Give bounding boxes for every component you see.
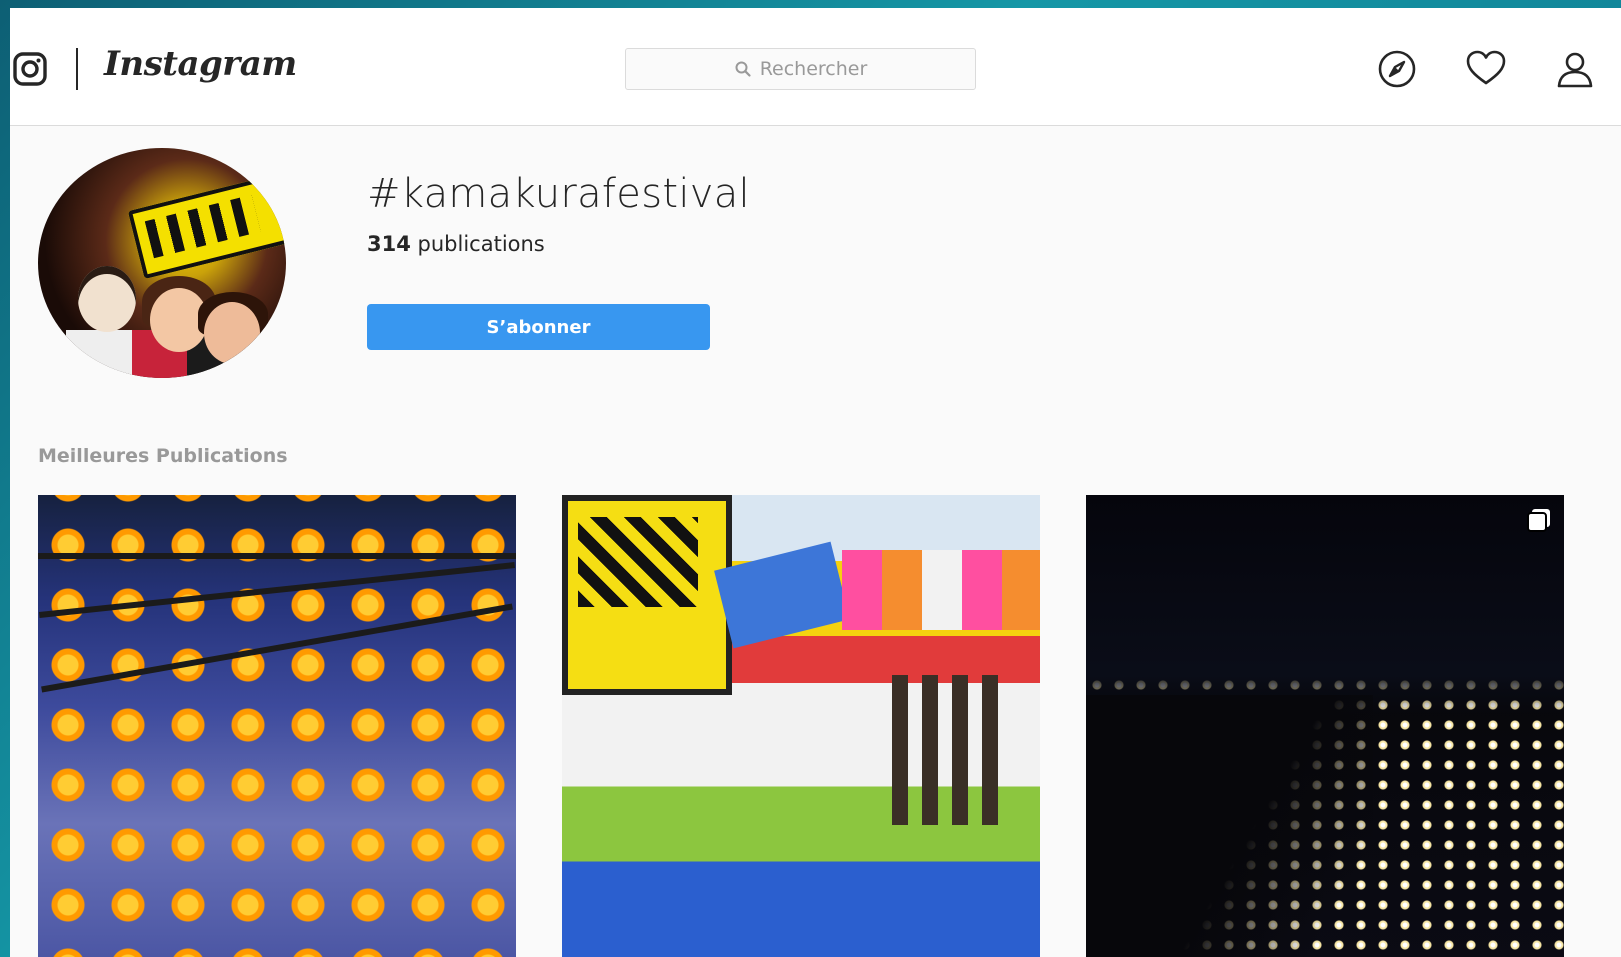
- hashtag-avatar-image: [38, 148, 286, 378]
- avatar-stall-sign: [127, 174, 286, 280]
- avatar-mask-face: [78, 266, 136, 332]
- explore-compass-icon[interactable]: [1376, 48, 1418, 90]
- stall-banner: [562, 495, 732, 695]
- post-thumbnail[interactable]: [562, 495, 1040, 957]
- post-count-label: publications: [417, 232, 545, 256]
- post-thumbnail[interactable]: [1086, 495, 1564, 957]
- fence-rail: [38, 553, 516, 559]
- search-placeholder: Rechercher: [759, 58, 868, 80]
- instagram-window: Instagram Rechercher #kamakurafestival 3…: [10, 8, 1621, 957]
- instagram-glyph-icon[interactable]: [12, 51, 48, 87]
- hashtag-title: #kamakurafestival: [367, 171, 750, 217]
- fence-rail: [41, 603, 513, 693]
- night-sky: [1086, 495, 1564, 715]
- post-thumbnail[interactable]: [38, 495, 516, 957]
- top-nav-bar: Instagram Rechercher: [10, 8, 1621, 126]
- post-count: 314 publications: [367, 232, 545, 256]
- fence-rail: [38, 562, 516, 618]
- search-input[interactable]: Rechercher: [625, 48, 976, 90]
- dark-field: [1086, 695, 1373, 957]
- follow-button[interactable]: S’abonner: [367, 304, 710, 350]
- profile-icon[interactable]: [1554, 48, 1596, 90]
- top-posts-heading: Meilleures Publications: [38, 445, 288, 467]
- stall-banner: [714, 541, 850, 649]
- avatar-face: [204, 302, 260, 364]
- heart-icon[interactable]: [1465, 48, 1507, 90]
- instagram-wordmark-logo[interactable]: Instagram: [104, 44, 297, 84]
- crowd: [892, 675, 1012, 825]
- stall-banner: [842, 550, 1040, 630]
- search-icon: [735, 61, 751, 77]
- post-count-number: 314: [367, 232, 411, 256]
- carousel-multi-post-icon: [1527, 509, 1550, 532]
- header-divider: [76, 48, 78, 90]
